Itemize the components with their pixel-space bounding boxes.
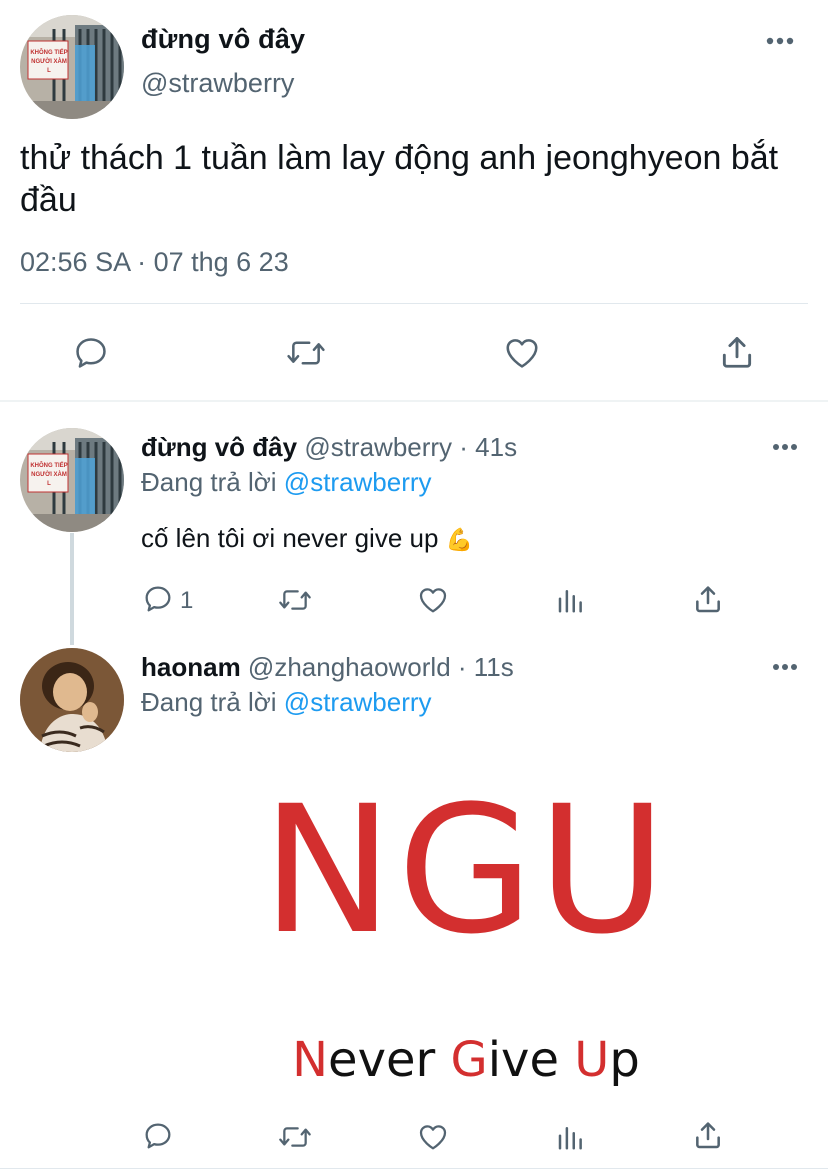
more-icon[interactable] xyxy=(766,36,794,46)
sign-line: NGƯỜI XÀM L xyxy=(31,472,67,487)
tweet-header: đừng vô đây @strawberry · 41s xyxy=(141,432,517,463)
avatar-sign-text: KHÔNG TIẾP NGƯỜI XÀM L xyxy=(29,49,69,76)
handle-and-time[interactable]: @zhanghaoworld · 11s xyxy=(248,652,514,682)
sign-line: NGƯỜI XÀM L xyxy=(31,59,67,74)
mention-link[interactable]: @strawberry xyxy=(284,687,432,717)
replying-prefix: Đang trả lời xyxy=(141,687,277,717)
replying-prefix: Đang trả lời xyxy=(141,467,277,497)
avatar[interactable]: KHÔNG TIẾP NGƯỜI XÀM L xyxy=(20,428,124,532)
reply-icon[interactable] xyxy=(72,334,110,372)
caption-part: p xyxy=(609,1032,640,1088)
attached-image[interactable]: NGU Never Give Up xyxy=(141,760,791,1120)
heart-icon[interactable] xyxy=(416,584,450,616)
sign-line: KHÔNG TIẾP xyxy=(30,463,68,469)
caption-letter: G xyxy=(450,1032,488,1088)
tweet-text: thử thách 1 tuần làm lay động anh jeongh… xyxy=(20,139,779,219)
image-caption-text: Never Give Up xyxy=(141,1030,791,1090)
analytics-icon[interactable] xyxy=(555,585,585,615)
reply-count: 1 xyxy=(180,587,194,614)
caption-part: ever xyxy=(328,1032,451,1088)
tweet-body: cố lên tôi ơi never give up xyxy=(141,523,439,553)
section-divider xyxy=(0,400,828,402)
reply-icon[interactable] xyxy=(142,583,174,615)
image-big-text: NGU xyxy=(261,768,671,973)
thread-line xyxy=(70,533,74,645)
tweet-timestamp[interactable]: 02:56 SA · 07 thg 6 23 xyxy=(20,247,289,278)
retweet-icon[interactable] xyxy=(277,1121,313,1153)
caption-letter: U xyxy=(574,1032,610,1088)
replying-to: Đang trả lời @strawberry xyxy=(141,467,432,498)
more-icon[interactable] xyxy=(772,442,798,452)
divider xyxy=(20,303,808,304)
heart-icon[interactable] xyxy=(502,334,542,372)
sign-line: KHÔNG TIẾP xyxy=(30,50,68,56)
handle-and-time[interactable]: @strawberry · 41s xyxy=(304,432,517,462)
caption-letter: N xyxy=(292,1032,329,1088)
retweet-icon[interactable] xyxy=(277,584,313,616)
share-icon[interactable] xyxy=(692,1118,724,1152)
display-name[interactable]: đừng vô đây xyxy=(141,24,305,55)
analytics-icon[interactable] xyxy=(555,1122,585,1152)
more-icon[interactable] xyxy=(772,662,798,672)
display-name[interactable]: đừng vô đây xyxy=(141,432,297,462)
flexed-biceps-emoji: 💪 xyxy=(445,527,474,552)
avatar[interactable] xyxy=(20,648,124,752)
replying-to: Đang trả lời @strawberry xyxy=(141,687,432,718)
avatar[interactable]: KHÔNG TIẾP NGƯỜI XÀM L xyxy=(20,15,124,119)
heart-icon[interactable] xyxy=(416,1121,450,1153)
share-icon[interactable] xyxy=(692,582,724,616)
share-icon[interactable] xyxy=(718,332,756,372)
reply-icon[interactable] xyxy=(142,1120,174,1152)
divider xyxy=(0,1168,828,1169)
mention-link[interactable]: @strawberry xyxy=(284,467,432,497)
tweet-text: cố lên tôi ơi never give up 💪 xyxy=(141,523,473,554)
avatar-sign-text: KHÔNG TIẾP NGƯỜI XÀM L xyxy=(29,462,69,489)
tweet-header: haonam @zhanghaoworld · 11s xyxy=(141,652,514,683)
retweet-icon[interactable] xyxy=(285,334,327,372)
user-handle[interactable]: @strawberry xyxy=(141,68,294,99)
display-name[interactable]: haonam xyxy=(141,652,241,682)
caption-part: ive xyxy=(487,1032,575,1088)
